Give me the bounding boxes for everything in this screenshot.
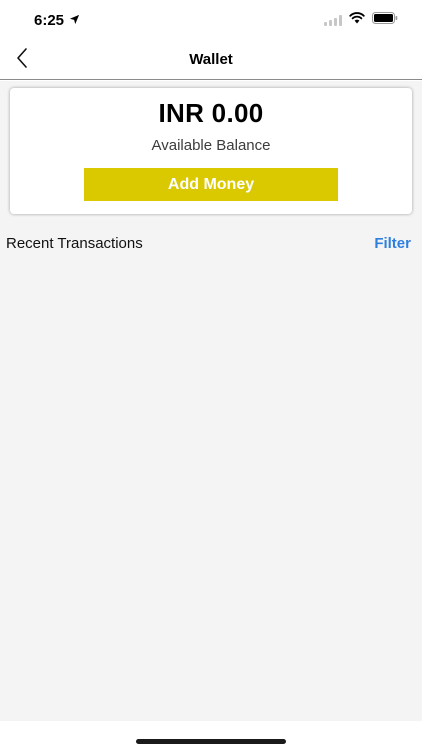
- balance-card: INR 0.00 Available Balance Add Money: [10, 88, 412, 214]
- status-time: 6:25: [34, 11, 65, 29]
- filter-button[interactable]: Filter: [374, 235, 411, 252]
- wallet-screen: 6:25 Wallet INR 0.00 Available Balance A…: [0, 0, 422, 750]
- recent-transactions-title: Recent Transactions: [6, 234, 143, 252]
- location-arrow-icon: [69, 12, 80, 29]
- battery-icon: [372, 11, 398, 29]
- cellular-signal-icon: [324, 14, 342, 26]
- bottom-safe-area: [0, 721, 422, 750]
- status-bar: 6:25: [0, 0, 422, 40]
- navigation-bar: Wallet: [0, 40, 422, 80]
- wifi-icon: [349, 11, 365, 29]
- balance-amount: INR 0.00: [158, 98, 264, 128]
- status-left: 6:25: [34, 12, 80, 29]
- balance-label: Available Balance: [151, 137, 271, 154]
- page-title: Wallet: [189, 51, 233, 68]
- back-button[interactable]: [8, 46, 36, 74]
- add-money-button[interactable]: Add Money: [84, 168, 338, 201]
- chevron-left-icon: [15, 47, 29, 74]
- wallet-content: INR 0.00 Available Balance Add Money Rec…: [0, 81, 422, 721]
- recent-transactions-header: Recent Transactions Filter: [0, 231, 422, 255]
- status-right: [324, 11, 398, 29]
- home-indicator[interactable]: [136, 739, 286, 744]
